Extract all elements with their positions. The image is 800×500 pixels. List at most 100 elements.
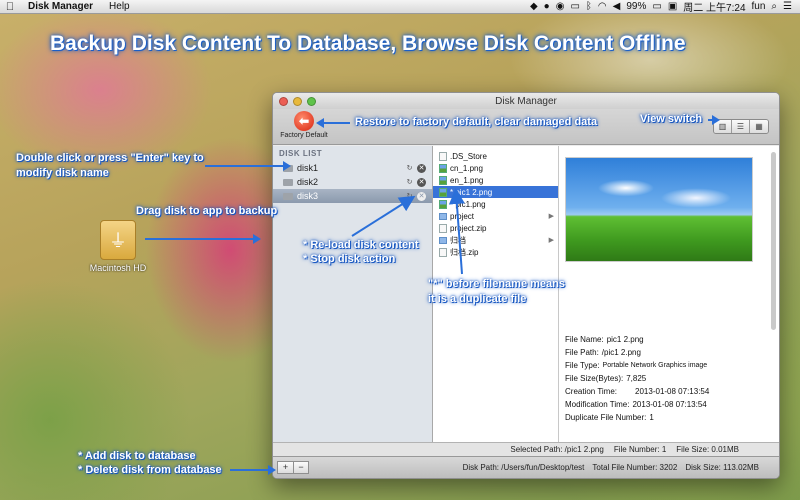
- zip-file-icon: [439, 223, 447, 233]
- preview-scrollbar[interactable]: [771, 152, 776, 330]
- file-name: 归档.zip: [450, 247, 479, 257]
- meta-label: File Type:: [565, 361, 600, 370]
- user-name[interactable]: fun: [752, 1, 766, 12]
- icon-view-icon[interactable]: ▦: [750, 120, 768, 133]
- chevron-right-icon: ▶: [548, 237, 554, 244]
- callout-delete-disk: * Delete disk from database: [78, 464, 222, 476]
- arrow-restore: [316, 118, 350, 128]
- arrow-view-switch: [708, 115, 720, 125]
- file-number: File Number: 1: [613, 445, 667, 454]
- file-row[interactable]: * pic1 2.png: [433, 186, 558, 198]
- folder-icon: [439, 236, 447, 244]
- callout-view-switch: View switch: [640, 113, 703, 125]
- meta-label: File Path:: [565, 348, 599, 357]
- stop-icon[interactable]: ✕: [417, 191, 426, 201]
- menu-bar:  Disk Manager Help ◆ ● ◉ ▭ ᛒ ◠ ◀ 99% ▭ …: [0, 0, 800, 14]
- battery-percent: 99%: [626, 1, 647, 12]
- file-name: project.zip: [450, 223, 487, 233]
- stop-icon[interactable]: ✕: [417, 163, 426, 173]
- add-remove-group: + −: [277, 461, 309, 474]
- meta-file-name: pic1 2.png: [606, 335, 644, 344]
- file-row[interactable]: 归档.zip: [433, 246, 558, 258]
- menu-help[interactable]: Help: [101, 1, 138, 12]
- disk-row[interactable]: disk3 ↻ ✕: [273, 189, 432, 203]
- file-row[interactable]: .DS_Store: [433, 150, 558, 162]
- disk-icon: [283, 192, 293, 200]
- title-bar[interactable]: Disk Manager: [273, 93, 779, 109]
- reload-icon[interactable]: ↻: [405, 178, 414, 187]
- window-title: Disk Manager: [495, 95, 557, 107]
- meta-label: Duplicate File Number:: [565, 413, 647, 422]
- selected-path: Selected Path: /pic1 2.png: [510, 445, 604, 454]
- meta-label: Creation Time:: [565, 387, 618, 396]
- file-row[interactable]: project.zip: [433, 222, 558, 234]
- disk-row[interactable]: disk2 ↻ ✕: [273, 175, 432, 189]
- callout-rename-1: Double click or press "Enter" key to: [16, 152, 204, 164]
- file-row[interactable]: en_1.png: [433, 174, 558, 186]
- meta-file-path: /pic1 2.png: [601, 348, 641, 357]
- callout-rename-2: modify disk name: [16, 167, 109, 179]
- apple-icon[interactable]: : [0, 1, 20, 13]
- file-row[interactable]: 归档 ▶: [433, 234, 558, 246]
- file-name: .DS_Store: [450, 151, 487, 161]
- disk-stats: Disk Path: /Users/fun/Desktop/test Total…: [463, 463, 779, 472]
- volume-icon[interactable]: ◀: [613, 1, 621, 12]
- disk-row[interactable]: disk1 ↻ ✕: [273, 161, 432, 175]
- battery-icon[interactable]: ▭: [652, 1, 661, 12]
- callout-drag: Drag disk to app to backup: [136, 205, 278, 217]
- view-switch[interactable]: ▥ ☰ ▦: [713, 119, 769, 134]
- bluetooth-icon[interactable]: ᛒ: [586, 1, 592, 12]
- file-name: * pic1 2.png: [450, 187, 493, 197]
- factory-default-label: Factory Default: [280, 132, 328, 139]
- disk-name: disk2: [297, 177, 319, 187]
- callout-duplicate-2: it is a duplicate file: [428, 293, 527, 305]
- image-file-icon: [439, 175, 447, 185]
- reload-icon[interactable]: ↻: [405, 192, 414, 201]
- disk-size: Disk Size: 113.02MB: [685, 463, 759, 472]
- callout-add-disk: * Add disk to database: [78, 450, 196, 462]
- display-icon[interactable]: ▭: [570, 1, 579, 12]
- status-icon[interactable]: ●: [544, 1, 550, 12]
- meta-duplicate-number: 1: [649, 413, 654, 422]
- total-file-number: Total File Number: 3202: [592, 463, 678, 472]
- meta-label: Modification Time:: [565, 400, 630, 409]
- add-disk-button[interactable]: +: [277, 461, 293, 474]
- record-icon[interactable]: ◉: [556, 1, 565, 12]
- reload-icon[interactable]: ↻: [405, 164, 414, 173]
- meta-label: File Name:: [565, 335, 604, 344]
- preview-panel: File Name: pic1 2.png File Path:/pic1 2.p…: [559, 146, 779, 442]
- image-file-icon: [439, 187, 447, 197]
- file-icon: [439, 151, 447, 161]
- file-row[interactable]: * pic1.png: [433, 198, 558, 210]
- file-metadata: File Name: pic1 2.png File Path:/pic1 2.p…: [565, 333, 709, 424]
- file-size: File Size: 0.01MB: [676, 445, 739, 454]
- notification-icon[interactable]: ☰: [783, 1, 792, 12]
- disk-name: disk1: [297, 163, 319, 173]
- disk-path: Disk Path: /Users/fun/Desktop/test: [462, 463, 585, 472]
- wifi-icon[interactable]: ◠: [598, 1, 607, 12]
- clock[interactable]: 周二 上午7:24: [683, 0, 745, 14]
- callout-stop: * Stop disk action: [303, 253, 396, 265]
- flag-icon[interactable]: ▣: [668, 1, 677, 12]
- callout-restore: Restore to factory default, clear damage…: [355, 116, 598, 128]
- arrow-rename: [205, 161, 291, 171]
- dropbox-icon[interactable]: ◆: [530, 1, 538, 12]
- chevron-right-icon: ▶: [548, 213, 554, 220]
- path-bar: Selected Path: /pic1 2.png File Number: …: [273, 442, 779, 456]
- meta-file-size: 7,825: [626, 374, 647, 383]
- remove-disk-button[interactable]: −: [293, 461, 309, 474]
- file-row[interactable]: project ▶: [433, 210, 558, 222]
- disk-name: disk3: [297, 191, 319, 201]
- file-name: * pic1.png: [450, 199, 486, 209]
- folder-icon: [439, 212, 447, 220]
- file-row[interactable]: cn_1.png: [433, 162, 558, 174]
- list-view-icon[interactable]: ☰: [732, 120, 750, 133]
- menu-app-name[interactable]: Disk Manager: [20, 1, 101, 12]
- spotlight-icon[interactable]: ⌕: [771, 1, 777, 12]
- desktop-disk[interactable]: ⏚ Macintosh HD: [82, 220, 154, 273]
- disk-list-panel: DISK LIST disk1 ↻ ✕ disk2 ↻ ✕ disk3 ↻ ✕: [273, 146, 433, 442]
- meta-file-type: Portable Network Graphics image: [602, 362, 708, 369]
- meta-creation-time: 2013-01-08 07:13:54: [635, 387, 710, 396]
- stop-icon[interactable]: ✕: [417, 177, 426, 187]
- desktop-disk-label: Macintosh HD: [89, 263, 147, 273]
